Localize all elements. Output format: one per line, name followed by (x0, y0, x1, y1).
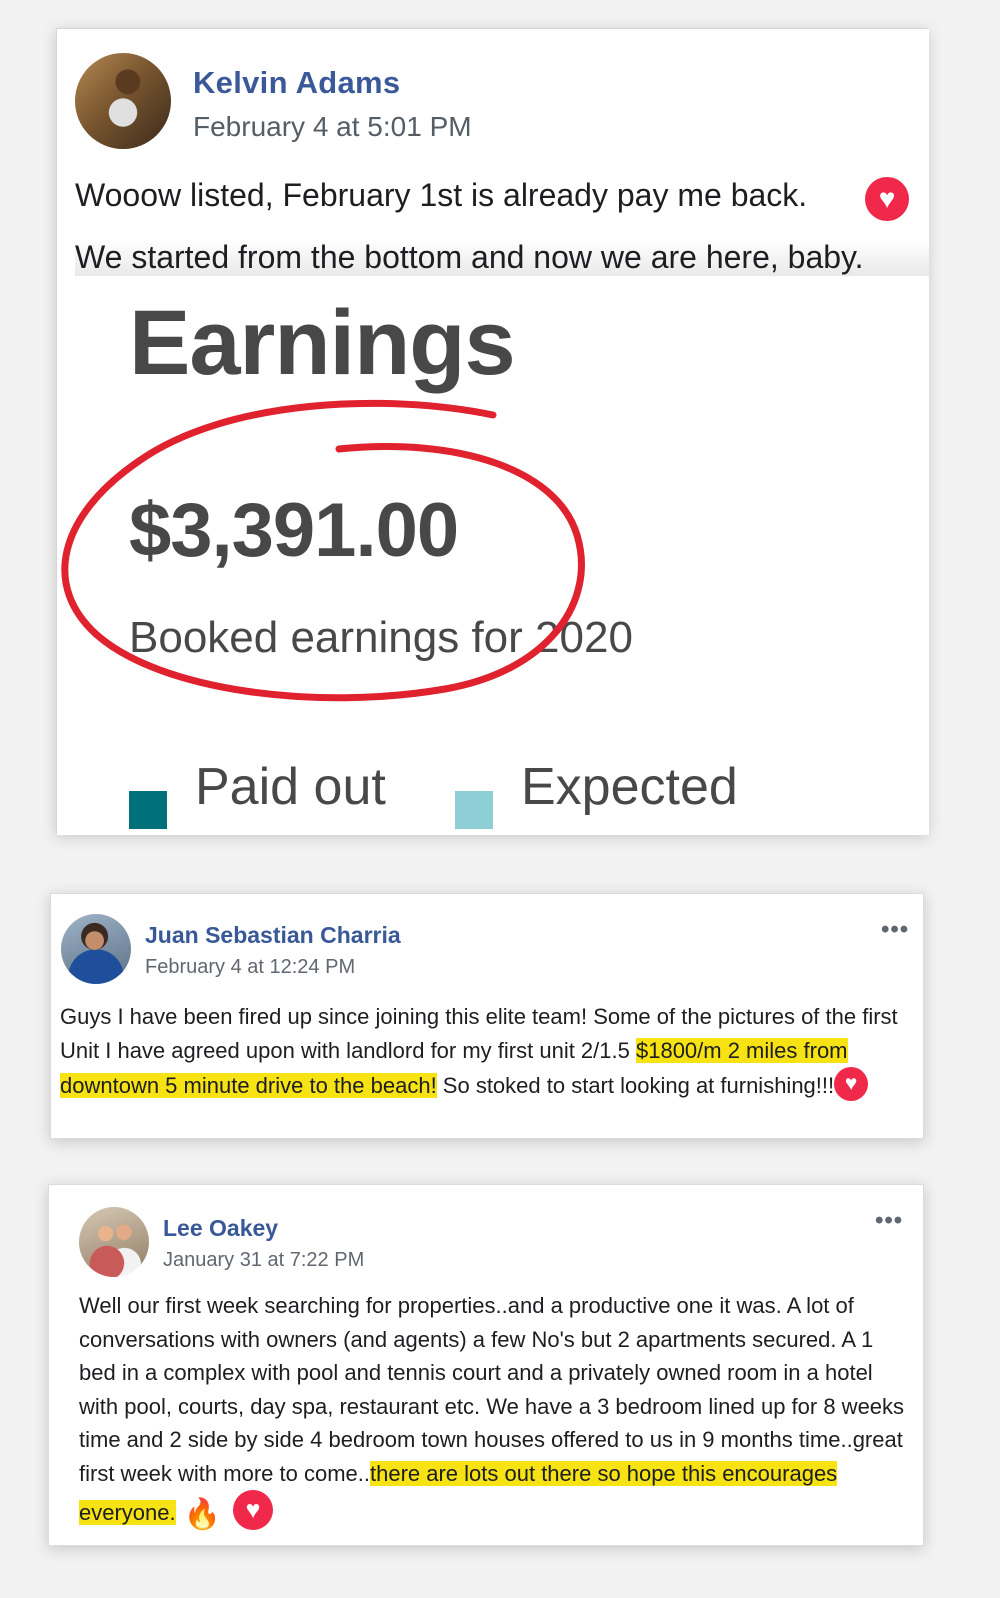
earnings-screenshot: Earnings $3,391.00 Booked earnings for 2… (57, 281, 929, 835)
heart-icon (834, 1067, 869, 1101)
post-timestamp[interactable]: February 4 at 5:01 PM (193, 111, 472, 143)
heart-icon (232, 1490, 273, 1530)
avatar[interactable] (61, 914, 131, 984)
avatar[interactable] (75, 53, 171, 149)
post-text-end: So stoked to start looking at furnishing… (436, 1073, 835, 1098)
post-text: Well our first week searching for proper… (79, 1293, 905, 1486)
post-text-line-1: Wooow listed, February 1st is already pa… (75, 177, 808, 213)
author-name[interactable]: Juan Sebastian Charria (145, 922, 401, 949)
author-name[interactable]: Lee Oakey (163, 1215, 278, 1242)
post-body: Guys I have been fired up since joining … (60, 1000, 910, 1103)
post-text-line-2: We started from the bottom and now we ar… (75, 239, 929, 276)
post-card-kelvin-adams: Kelvin Adams February 4 at 5:01 PM Wooow… (56, 28, 929, 835)
more-options-icon[interactable]: ••• (875, 1209, 903, 1233)
post-header: Kelvin Adams February 4 at 5:01 PM Wooow… (57, 29, 929, 281)
author-name[interactable]: Kelvin Adams (193, 65, 400, 101)
heart-icon (865, 177, 909, 221)
post-body: Well our first week searching for proper… (79, 1289, 909, 1532)
red-circle-annotation (61, 399, 585, 702)
post-card-juan-sebastian-charria: Juan Sebastian Charria February 4 at 12:… (50, 893, 924, 1139)
fire-icon: 🔥 (183, 1498, 221, 1531)
post-timestamp[interactable]: February 4 at 12:24 PM (145, 956, 355, 979)
post-timestamp[interactable]: January 31 at 7:22 PM (163, 1249, 364, 1272)
more-options-icon[interactable]: ••• (881, 918, 909, 942)
avatar[interactable] (79, 1207, 149, 1277)
post-card-lee-oakey: Lee Oakey January 31 at 7:22 PM ••• Well… (48, 1184, 924, 1546)
